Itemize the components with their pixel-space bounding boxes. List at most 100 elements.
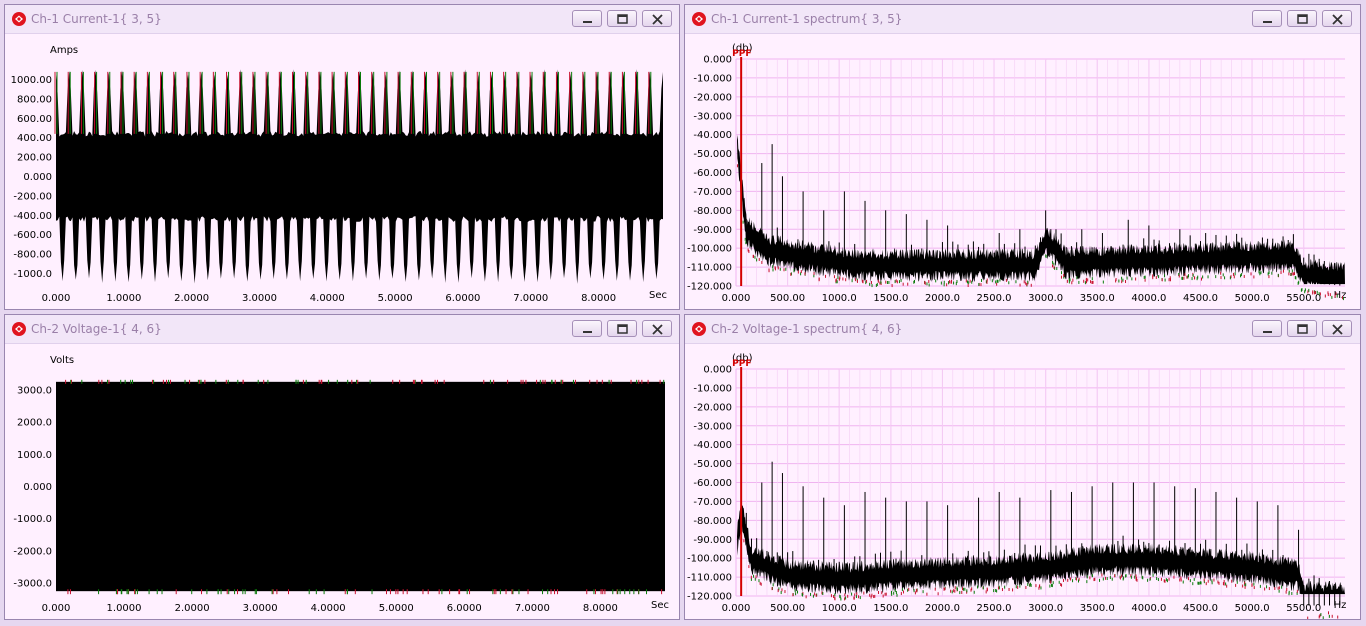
x-tick-label: 3000.0	[1028, 603, 1063, 614]
y-tick-label: -800.00	[13, 250, 52, 261]
maximize-icon	[617, 14, 628, 24]
title-bar[interactable]: Ch-1 Current-1 spectrum{ 3, 5}	[685, 5, 1360, 34]
close-button[interactable]	[642, 10, 672, 27]
y-tick-label: -60.000	[693, 168, 732, 179]
y-tick-label: 1000.0	[17, 450, 52, 461]
minimize-icon	[1263, 331, 1272, 333]
ppf-marker-label: PPF	[732, 49, 751, 59]
window-ch1-spectrum: Ch-1 Current-1 spectrum{ 3, 5} 0.000 -10.…	[684, 4, 1361, 310]
close-icon	[1332, 324, 1343, 335]
y-tick-label: -80.000	[693, 206, 732, 217]
y-tick-label: 1000.00	[11, 75, 52, 86]
x-tick-label: 1000.0	[822, 293, 857, 304]
y-axis-label: Amps	[50, 45, 78, 56]
x-tick-label: 1000.0	[822, 603, 857, 614]
x-tick-label: 4000.0	[1131, 293, 1166, 304]
x-tick-label: 3500.0	[1080, 293, 1115, 304]
x-tick-label: 4000.0	[1131, 603, 1166, 614]
y-tick-label: -1000.0	[13, 514, 52, 525]
x-tick-label: 8.0000	[583, 603, 618, 614]
x-tick-label: 3500.0	[1080, 603, 1115, 614]
y-tick-label: -20.000	[693, 92, 732, 103]
voltage-spectrum-chart[interactable]: 0.000 -10.000 -20.000 -30.000 -40.000 -50.000…	[685, 344, 1360, 619]
y-tick-label: -50.000	[693, 149, 732, 160]
x-tick-label: 5000.0	[1235, 293, 1270, 304]
waveform-envelope	[56, 381, 665, 592]
maximize-icon	[617, 324, 628, 334]
y-tick-label: -10.000	[693, 73, 732, 84]
y-tick-label: -100.000	[687, 554, 732, 565]
x-tick-label: 5.0000	[378, 293, 413, 304]
y-axis-label: Volts	[50, 355, 74, 366]
close-button[interactable]	[642, 320, 672, 337]
y-tick-label: 0.000	[23, 482, 52, 493]
window-ch2-voltage: Ch-2 Voltage-1{ 4, 6} 3000.0 2000.0 1000.0…	[4, 314, 680, 620]
y-tick-label: -30.000	[693, 111, 732, 122]
y-tick-label: -30.000	[693, 421, 732, 432]
y-tick-label: -40.000	[693, 130, 732, 141]
minimize-button[interactable]	[1252, 320, 1282, 337]
x-tick-label: 1500.0	[873, 293, 908, 304]
x-tick-label: 0.000	[42, 293, 71, 304]
current-waveform-chart[interactable]: 1000.00 800.00 600.00 400.00 200.00 0.000 -200…	[5, 34, 679, 309]
ppf-marker-label: PPF	[732, 359, 751, 369]
x-tick-label: 2.0000	[174, 293, 209, 304]
y-tick-label: 2000.0	[17, 418, 52, 429]
x-tick-label: 3000.0	[1028, 293, 1063, 304]
window-title: Ch-2 Voltage-1{ 4, 6}	[31, 322, 162, 336]
x-tick-label: 4.0000	[310, 293, 345, 304]
x-tick-label: 3.0000	[243, 603, 278, 614]
close-button[interactable]	[1322, 10, 1352, 27]
title-bar[interactable]: Ch-2 Voltage-1 spectrum{ 4, 6}	[685, 315, 1360, 344]
title-bar[interactable]: Ch-2 Voltage-1{ 4, 6}	[5, 315, 679, 344]
y-tick-label: -90.000	[693, 535, 732, 546]
minimize-icon	[583, 21, 592, 23]
x-unit-label: Sec	[649, 290, 667, 301]
x-tick-label: 2000.0	[925, 603, 960, 614]
y-tick-label: -3000.0	[13, 579, 52, 590]
voltage-waveform-chart[interactable]: 3000.0 2000.0 1000.0 0.000 -1000.0 -2000.0 -30…	[5, 344, 679, 619]
app-icon	[692, 322, 706, 336]
current-spectrum-chart[interactable]: 0.000 -10.000 -20.000 -30.000 -40.000 -50.000…	[685, 34, 1360, 309]
maximize-button[interactable]	[607, 320, 637, 337]
minimize-icon	[1263, 21, 1272, 23]
y-tick-label: -110.000	[687, 263, 732, 274]
x-tick-label: 6.0000	[445, 293, 480, 304]
x-tick-label: 5500.0	[1286, 293, 1321, 304]
y-tick-label: 800.00	[17, 94, 52, 105]
x-tick-label: 6.0000	[447, 603, 482, 614]
close-icon	[1332, 14, 1343, 25]
y-tick-label: -70.000	[693, 497, 732, 508]
maximize-button[interactable]	[1287, 320, 1317, 337]
close-button[interactable]	[1322, 320, 1352, 337]
y-tick-label: -400.00	[13, 211, 52, 222]
x-tick-label: 7.0000	[513, 293, 548, 304]
x-tick-label: 0.000	[722, 293, 751, 304]
x-tick-label: 500.00	[770, 293, 805, 304]
app-icon	[12, 322, 26, 336]
minimize-button[interactable]	[1252, 10, 1282, 27]
minimize-button[interactable]	[572, 10, 602, 27]
window-title: Ch-1 Current-1{ 3, 5}	[31, 12, 162, 26]
y-tick-label: 0.000	[703, 55, 732, 66]
maximize-button[interactable]	[1287, 10, 1317, 27]
x-tick-label: 1500.0	[873, 603, 908, 614]
window-title: Ch-2 Voltage-1 spectrum{ 4, 6}	[711, 322, 903, 336]
maximize-button[interactable]	[607, 10, 637, 27]
title-bar[interactable]: Ch-1 Current-1{ 3, 5}	[5, 5, 679, 34]
y-tick-label: -600.00	[13, 230, 52, 241]
x-tick-label: 7.0000	[515, 603, 550, 614]
app-icon	[692, 12, 706, 26]
y-tick-label: -40.000	[693, 440, 732, 451]
minimize-button[interactable]	[572, 320, 602, 337]
close-icon	[652, 324, 663, 335]
y-tick-label: 0.000	[23, 172, 52, 183]
y-tick-label: -50.000	[693, 459, 732, 470]
x-tick-label: 2500.0	[977, 293, 1012, 304]
y-tick-label: -110.000	[687, 573, 732, 584]
y-tick-label: 600.00	[17, 114, 52, 125]
x-tick-label: 0.000	[722, 603, 751, 614]
x-tick-label: 2500.0	[977, 603, 1012, 614]
x-tick-label: 2.0000	[175, 603, 210, 614]
x-tick-label: 5000.0	[1235, 603, 1270, 614]
